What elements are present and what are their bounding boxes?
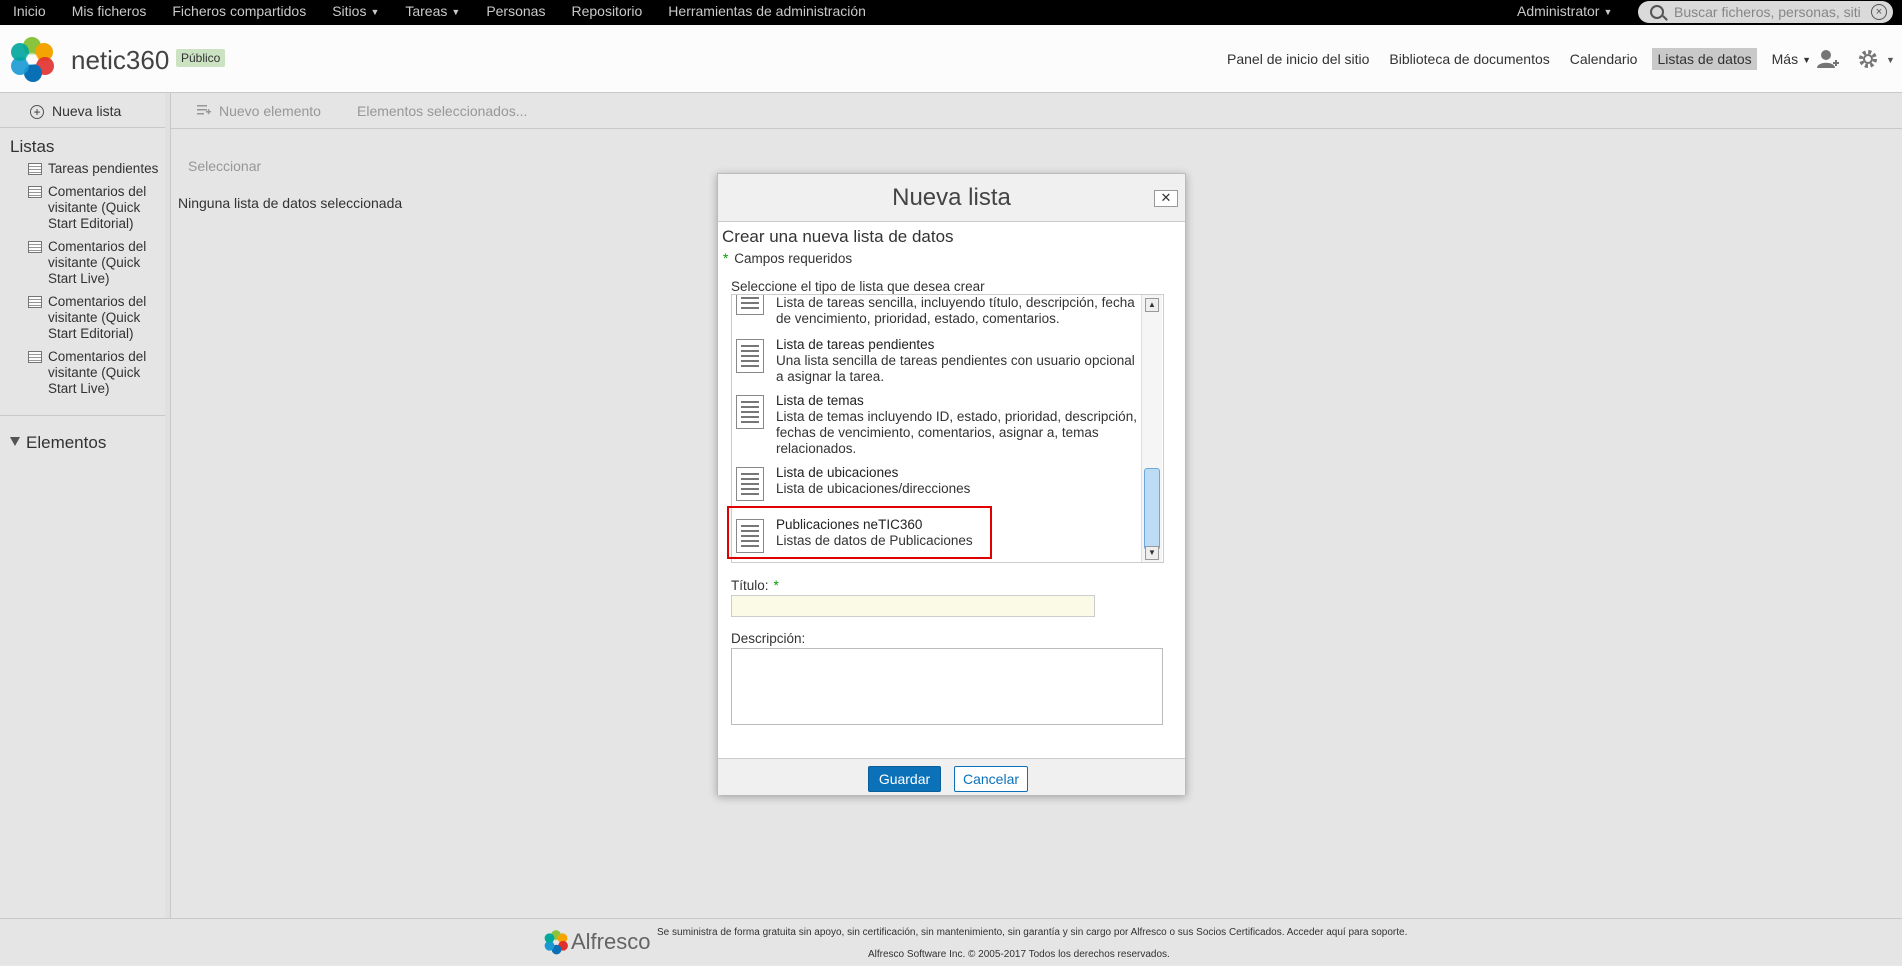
dialog-title: Nueva lista <box>892 184 1011 211</box>
title-field[interactable] <box>731 595 1095 617</box>
cancel-button[interactable]: Cancelar <box>954 766 1028 792</box>
document-icon <box>736 395 764 429</box>
description-label: Descripción: <box>731 631 806 646</box>
dialog-header: Nueva lista ✕ <box>718 174 1185 222</box>
scrollbar-thumb[interactable] <box>1144 468 1160 550</box>
scrollbar[interactable]: ▲ ▼ <box>1141 295 1162 562</box>
scroll-up-icon[interactable]: ▲ <box>1145 298 1159 312</box>
dialog-subtitle: Crear una nueva lista de datos <box>722 227 954 246</box>
document-icon <box>736 467 764 501</box>
close-icon[interactable]: ✕ <box>1154 190 1178 207</box>
save-button[interactable]: Guardar <box>868 766 941 792</box>
description-field[interactable] <box>731 648 1163 725</box>
scroll-down-icon[interactable]: ▼ <box>1145 546 1159 560</box>
title-label: Título: * <box>731 578 779 593</box>
required-note: * Campos requeridos <box>723 251 853 266</box>
type-label: Seleccione el tipo de lista que desea cr… <box>731 279 985 294</box>
document-icon <box>736 295 764 315</box>
document-icon <box>736 339 764 373</box>
new-list-dialog: Nueva lista ✕ Crear una nueva lista de d… <box>717 173 1186 795</box>
dialog-footer: Guardar Cancelar <box>718 758 1185 795</box>
highlight-box <box>727 506 992 559</box>
